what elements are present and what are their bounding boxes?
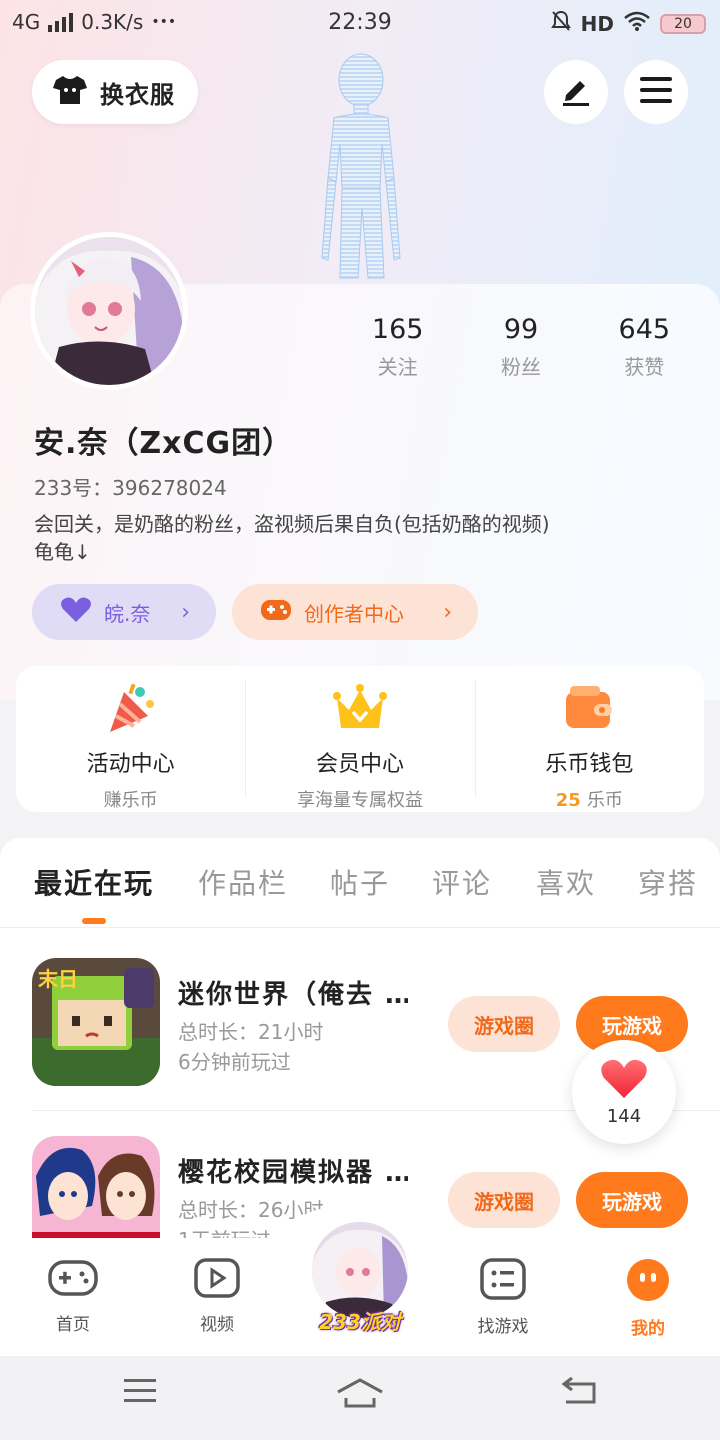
tab-likes[interactable]: 喜欢 xyxy=(536,862,596,902)
creator-center-label: 创作者中心 xyxy=(304,601,404,626)
nav-mine-label: 我的 xyxy=(631,1319,665,1339)
chevron-right-icon: › xyxy=(443,599,452,625)
crown-icon xyxy=(332,682,387,736)
nav-party-avatar[interactable] xyxy=(312,1222,408,1318)
play-icon xyxy=(194,1258,240,1302)
nav-home-label: 首页 xyxy=(56,1315,90,1335)
battery-indicator: 20 xyxy=(660,13,706,34)
stat-likes-count: 645 xyxy=(618,314,671,345)
game-last-played: 6分钟前玩过 xyxy=(178,1050,291,1074)
stat-following[interactable]: 165 关注 xyxy=(336,314,459,380)
edit-profile-button[interactable] xyxy=(544,60,608,124)
play-game-button[interactable]: 玩游戏 xyxy=(576,1172,688,1228)
game-duration: 总时长：21小时 xyxy=(178,1020,324,1044)
svg-text:末日: 末日 xyxy=(38,967,78,991)
profile-stats: 165 关注 99 粉丝 645 获赞 xyxy=(336,314,706,380)
party-popper-icon xyxy=(104,682,158,736)
stat-followers[interactable]: 99 粉丝 xyxy=(459,314,582,380)
home-icon[interactable] xyxy=(336,1376,384,1414)
stat-followers-label: 粉丝 xyxy=(500,355,541,379)
coin-unit: 乐币 xyxy=(586,790,623,811)
hamburger-icon xyxy=(640,76,672,108)
avatar-hologram[interactable] xyxy=(298,48,424,284)
bio-line-2: 龟龟↓ xyxy=(34,540,91,564)
game-icon-mini-world: 末日 xyxy=(32,958,160,1086)
vip-center-title: 会员中心 xyxy=(315,752,404,777)
wallet-icon xyxy=(562,682,616,736)
quick-entries: 活动中心 赚乐币 会员中心 享海量专属权益 乐币钱包 25 乐币 xyxy=(16,666,704,812)
vip-center-sub: 享海量专属权益 xyxy=(296,790,423,811)
game-icon-sakura-school xyxy=(32,1136,160,1240)
nav-mine[interactable]: 我的 xyxy=(603,1258,693,1339)
heart-icon xyxy=(600,1058,648,1104)
change-outfit-label: 换衣服 xyxy=(100,80,175,109)
tab-outfits[interactable]: 穿搭 xyxy=(638,862,698,902)
game-circle-button[interactable]: 游戏圈 xyxy=(448,1172,560,1228)
nav-find-games-label: 找游戏 xyxy=(477,1317,529,1337)
hd-label: HD xyxy=(580,11,614,36)
stat-following-count: 165 xyxy=(371,314,424,345)
friend-tag-label: 皖.奈 xyxy=(104,601,151,626)
activity-center-sub: 赚乐币 xyxy=(103,790,158,811)
list-icon xyxy=(480,1258,526,1304)
tab-recently-played[interactable]: 最近在玩 xyxy=(34,862,154,902)
nav-video[interactable]: 视频 xyxy=(172,1258,262,1335)
bio-line-1: 会回关，是奶酪的粉丝，盗视频后果自负(包括奶酪的视频) xyxy=(34,512,550,536)
status-bar: 4G 0.3K/s ••• 22:39 HD 20 xyxy=(0,0,720,46)
stat-following-label: 关注 xyxy=(377,355,418,379)
coin-wallet-sub: 25 乐币 xyxy=(475,786,704,812)
vip-center-entry[interactable]: 会员中心 享海量专属权益 xyxy=(245,666,474,812)
game-title: 樱花校园模拟器 … xyxy=(178,1158,408,1188)
tab-comments[interactable]: 评论 xyxy=(432,862,492,902)
chevron-right-icon: › xyxy=(181,599,190,625)
like-count: 144 xyxy=(606,1105,642,1127)
nav-find-games[interactable]: 找游戏 xyxy=(458,1258,548,1337)
friend-tag-button[interactable]: 皖.奈 › xyxy=(32,584,216,640)
content-tabs: 最近在玩 作品栏 帖子 评论 喜欢 穿搭 xyxy=(0,838,720,928)
system-navigation-bar xyxy=(0,1356,720,1440)
stat-followers-count: 99 xyxy=(503,314,539,345)
back-icon[interactable] xyxy=(560,1376,600,1412)
change-outfit-button[interactable]: 换衣服 xyxy=(32,60,198,124)
coin-balance: 25 xyxy=(555,790,581,811)
coin-wallet-entry[interactable]: 乐币钱包 25 乐币 xyxy=(474,666,704,812)
menu-button[interactable] xyxy=(624,60,688,124)
heart-icon xyxy=(60,597,92,628)
nav-home[interactable]: 首页 xyxy=(28,1258,118,1335)
creator-center-button[interactable]: 创作者中心 › xyxy=(232,584,478,640)
nav-party-label[interactable]: 233派对 xyxy=(308,1306,412,1335)
recent-apps-icon[interactable] xyxy=(122,1376,158,1410)
wifi-icon xyxy=(624,11,650,36)
activity-center-entry[interactable]: 活动中心 赚乐币 xyxy=(16,666,245,812)
like-float-button[interactable]: 144 xyxy=(572,1040,676,1144)
gamepad-icon xyxy=(48,1260,98,1302)
shirt-icon xyxy=(52,74,88,110)
profile-nickname: 安.奈（ZxCG团） xyxy=(34,426,294,461)
stat-likes-label: 获赞 xyxy=(624,355,665,379)
profile-uid[interactable]: 233号：396278024 xyxy=(34,472,227,501)
profile-bio: 会回关，是奶酪的粉丝，盗视频后果自负(包括奶酪的视频) 龟龟↓ xyxy=(34,510,694,566)
coin-wallet-title: 乐币钱包 xyxy=(545,752,634,777)
game-title: 迷你世界（俺去 … xyxy=(178,980,408,1010)
stat-likes[interactable]: 645 获赞 xyxy=(583,314,706,380)
profile-avatar[interactable] xyxy=(30,232,188,390)
tab-works[interactable]: 作品栏 xyxy=(198,862,288,902)
game-circle-button[interactable]: 游戏圈 xyxy=(448,996,560,1052)
gamepad-icon xyxy=(260,597,292,628)
pencil-icon xyxy=(559,73,593,111)
nav-video-label: 视频 xyxy=(200,1315,234,1335)
mute-icon xyxy=(550,10,571,37)
activity-center-title: 活动中心 xyxy=(86,752,175,777)
mine-face-icon xyxy=(626,1259,670,1306)
tab-posts[interactable]: 帖子 xyxy=(330,862,390,902)
active-tab-indicator xyxy=(82,918,106,924)
